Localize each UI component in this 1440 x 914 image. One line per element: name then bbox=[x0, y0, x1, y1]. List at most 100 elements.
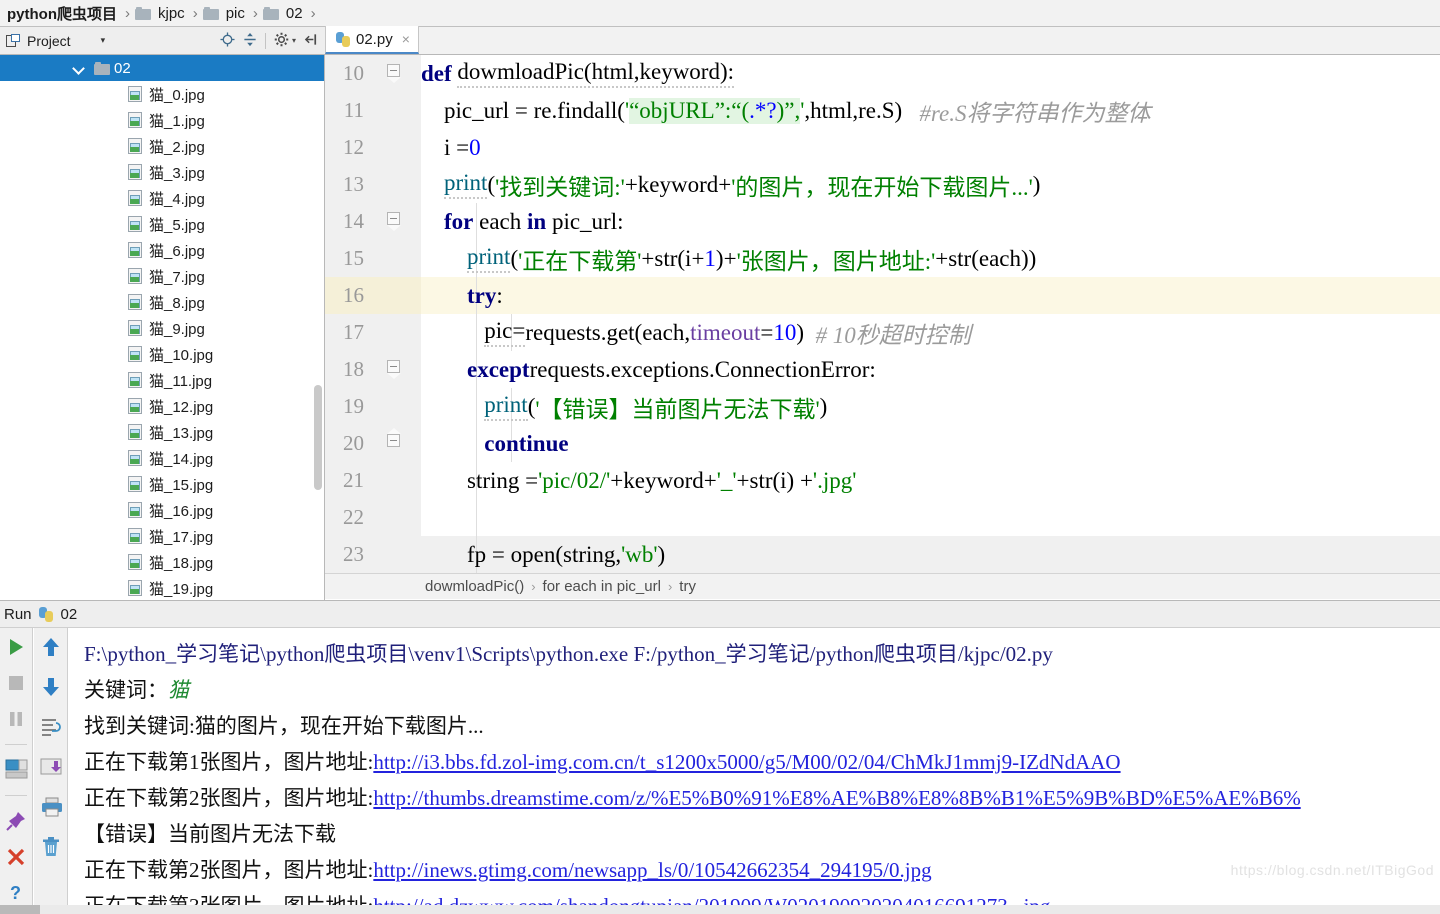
tree-file-item[interactable]: 猫_9.jpg bbox=[0, 315, 324, 341]
code-line[interactable]: 12 i = 0 bbox=[325, 129, 1440, 166]
stop-icon[interactable] bbox=[5, 672, 27, 694]
up-arrow-icon[interactable] bbox=[40, 636, 62, 658]
close-icon[interactable]: × bbox=[402, 31, 410, 47]
image-file-icon bbox=[128, 138, 142, 154]
print-icon[interactable] bbox=[40, 796, 62, 818]
tree-file-item[interactable]: 猫_8.jpg bbox=[0, 289, 324, 315]
tree-node-02[interactable]: 02 bbox=[0, 55, 324, 81]
code-line[interactable]: 22 bbox=[325, 499, 1440, 536]
code-line[interactable]: 13 print('找到关键词:' +keyword+ '的图片，现在开始下载图片.… bbox=[325, 166, 1440, 203]
run-config-name[interactable]: 02 bbox=[61, 606, 78, 623]
project-tree[interactable]: 02 猫_0.jpg 猫_1.jpg 猫_2.jpg 猫_3.jpg 猫_4.jpg 猫_… bbox=[0, 55, 325, 600]
tree-file-item[interactable]: 猫_12.jpg bbox=[0, 393, 324, 419]
tree-file-item[interactable]: 猫_0.jpg bbox=[0, 81, 324, 107]
console-text: 正在下载第1张图片，图片地址: bbox=[84, 750, 374, 774]
code-line[interactable]: 11 pic_url = re.findall(' “objURL”:“(.*?)… bbox=[325, 92, 1440, 129]
hide-panel-icon[interactable] bbox=[304, 32, 319, 49]
code-line[interactable]: 20 continue bbox=[325, 425, 1440, 462]
locate-icon[interactable] bbox=[220, 32, 235, 49]
tree-file-label: 猫_1.jpg bbox=[149, 112, 205, 130]
tree-file-item[interactable]: 猫_7.jpg bbox=[0, 263, 324, 289]
code-breadcrumb-item[interactable]: dowmloadPic() bbox=[425, 578, 524, 595]
breadcrumb-separator: › bbox=[531, 579, 536, 594]
tree-file-item[interactable]: 猫_11.jpg bbox=[0, 367, 324, 393]
console-link[interactable]: http://thumbs.dreamstime.com/z/%E5%B0%91… bbox=[373, 786, 1300, 810]
rerun-icon[interactable] bbox=[5, 636, 27, 658]
tree-file-item[interactable]: 猫_4.jpg bbox=[0, 185, 324, 211]
tree-file-item[interactable]: 猫_18.jpg bbox=[0, 549, 324, 575]
breadcrumb-label: 02 bbox=[285, 4, 303, 22]
tree-file-item[interactable]: 猫_14.jpg bbox=[0, 445, 324, 471]
down-arrow-icon[interactable] bbox=[40, 676, 62, 698]
pin-icon[interactable] bbox=[5, 810, 27, 832]
tree-file-item[interactable]: 猫_15.jpg bbox=[0, 471, 324, 497]
tree-scrollbar[interactable] bbox=[314, 385, 322, 490]
fold-marker-icon[interactable] bbox=[387, 360, 401, 379]
code-breadcrumb-item[interactable]: try bbox=[679, 578, 696, 595]
restore-layout-icon[interactable] bbox=[5, 759, 28, 781]
fold-gutter bbox=[373, 166, 421, 203]
tab-02-py[interactable]: 02.py × bbox=[325, 26, 419, 54]
tree-file-label: 猫_11.jpg bbox=[149, 372, 213, 390]
line-number: 14 bbox=[325, 203, 373, 240]
tree-file-item[interactable]: 猫_10.jpg bbox=[0, 341, 324, 367]
console-link[interactable]: http://inews.gtimg.com/newsapp_ls/0/1054… bbox=[373, 858, 931, 882]
fold-marker-icon[interactable] bbox=[387, 428, 401, 447]
breadcrumb-item-02[interactable]: 02 bbox=[262, 0, 306, 26]
tree-file-item[interactable]: 猫_6.jpg bbox=[0, 237, 324, 263]
pause-icon[interactable] bbox=[5, 708, 27, 730]
breadcrumb-separator: › bbox=[252, 4, 258, 22]
fold-gutter bbox=[373, 462, 421, 499]
soft-wrap-icon[interactable] bbox=[40, 716, 62, 738]
code-line[interactable]: 10 def dowmloadPic(html,keyword): bbox=[325, 55, 1440, 92]
line-number: 19 bbox=[325, 388, 373, 425]
code-breadcrumb-item[interactable]: for each in pic_url bbox=[543, 578, 661, 595]
chevron-down-icon[interactable]: ▾ bbox=[292, 36, 296, 45]
breadcrumb-item-project[interactable]: python爬虫项目 bbox=[4, 0, 120, 26]
image-file-icon bbox=[128, 450, 142, 466]
console-scrollbar-track[interactable] bbox=[0, 905, 1440, 914]
trash-icon[interactable] bbox=[40, 836, 62, 858]
toolbar-divider bbox=[5, 795, 27, 796]
close-icon[interactable] bbox=[5, 846, 27, 868]
navigation-bar: python爬虫项目 › kjpc › pic › 02 › bbox=[0, 0, 1440, 27]
chevron-down-icon[interactable] bbox=[72, 61, 86, 75]
code-line[interactable]: 15 print('正在下载第' +str(i+ 1)+ '张图片，图片地址:' +st… bbox=[325, 240, 1440, 277]
help-icon[interactable]: ? bbox=[5, 882, 27, 904]
code-line[interactable]: 14 for each in pic_url: bbox=[325, 203, 1440, 240]
code-line[interactable]: 19 print('【错误】当前图片无法下载') bbox=[325, 388, 1440, 425]
fold-marker-icon[interactable] bbox=[387, 212, 401, 231]
console-scrollbar-thumb[interactable] bbox=[0, 905, 40, 914]
code-line-current[interactable]: 16 try: bbox=[325, 277, 1440, 314]
image-file-icon bbox=[128, 398, 142, 414]
code-line[interactable]: 18 except requests.exceptions.Connection… bbox=[325, 351, 1440, 388]
console-text: 正在下载第2张图片，图片地址: bbox=[84, 786, 374, 810]
breadcrumb-item-pic[interactable]: pic bbox=[202, 0, 248, 26]
tree-file-item[interactable]: 猫_17.jpg bbox=[0, 523, 324, 549]
code-editor[interactable]: 10 def dowmloadPic(html,keyword): 11 pic… bbox=[325, 55, 1440, 573]
project-toolbar: ▾ bbox=[220, 32, 325, 49]
tree-file-label: 猫_7.jpg bbox=[149, 268, 205, 286]
console-line: 找到关键词:猫的图片，现在开始下载图片... bbox=[68, 708, 1440, 744]
scroll-to-end-icon[interactable] bbox=[40, 756, 62, 778]
tree-file-item[interactable]: 猫_19.jpg bbox=[0, 575, 324, 600]
svg-text:?: ? bbox=[10, 883, 21, 903]
tree-file-item[interactable]: 猫_16.jpg bbox=[0, 497, 324, 523]
tree-file-label: 猫_15.jpg bbox=[149, 476, 214, 494]
console-text: 正在下载第2张图片，图片地址: bbox=[84, 858, 374, 882]
tree-file-item[interactable]: 猫_3.jpg bbox=[0, 159, 324, 185]
code-line[interactable]: 21 string = 'pic/02/' +keyword+ '_' +str(i)… bbox=[325, 462, 1440, 499]
console-link[interactable]: http://i3.bbs.fd.zol-img.com.cn/t_s1200x… bbox=[373, 750, 1120, 774]
fold-marker-icon[interactable] bbox=[387, 64, 401, 83]
collapse-all-icon[interactable] bbox=[243, 32, 257, 49]
image-file-icon bbox=[128, 346, 142, 362]
code-line[interactable]: 17 pic= requests.get(each, timeout = 10) #… bbox=[325, 314, 1440, 351]
tree-file-item[interactable]: 猫_1.jpg bbox=[0, 107, 324, 133]
settings-gear-icon[interactable] bbox=[274, 32, 289, 49]
tree-file-item[interactable]: 猫_13.jpg bbox=[0, 419, 324, 445]
chevron-down-icon[interactable]: ▾ bbox=[101, 35, 106, 46]
tree-file-item[interactable]: 猫_2.jpg bbox=[0, 133, 324, 159]
tree-file-item[interactable]: 猫_5.jpg bbox=[0, 211, 324, 237]
breadcrumb-item-kjpc[interactable]: kjpc bbox=[135, 0, 188, 26]
code-line[interactable]: 23 fp = open(string,'wb') bbox=[325, 536, 1440, 573]
